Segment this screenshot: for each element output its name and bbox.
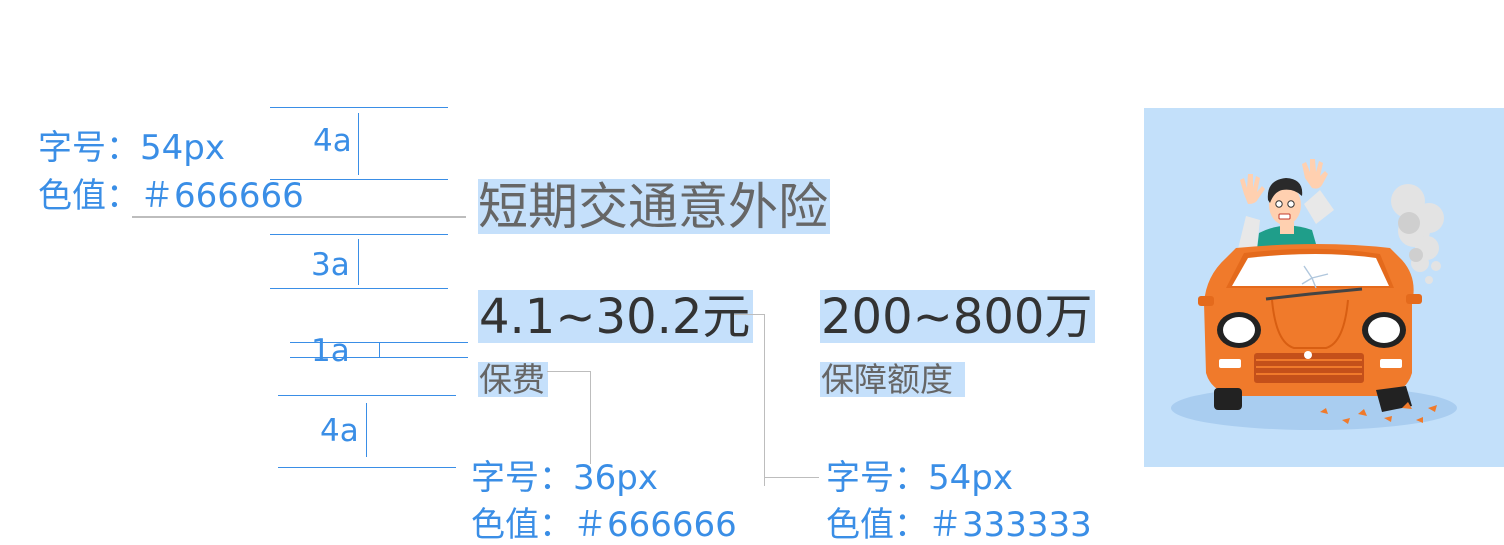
value-color-annotation: 色值：＃333333 [826,505,1092,545]
coverage-label: 保障额度 [820,362,965,397]
spacing-label-3a: 3a [311,247,350,283]
spacing-label-4a-top: 4a [313,123,352,159]
spacing-guide-line [358,239,359,285]
title-annotation-leader-line [132,216,466,218]
spacing-guide-line [366,403,367,457]
spacing-guide-line [270,179,448,180]
value-annotation-leader-line [734,314,765,315]
label-font-size-annotation: 字号：36px [471,458,658,498]
spacing-guide-line [270,288,448,289]
title-font-size-annotation: 字号：54px [38,128,225,168]
value-annotation-leader-line [764,477,819,478]
spacing-guide-line [270,107,448,108]
value-font-size-annotation: 字号：54px [826,458,1013,498]
title-color-annotation: 色值：＃666666 [38,176,304,216]
label-annotation-leader-line [590,371,591,464]
spacing-guide-line [379,342,380,357]
spacing-label-4a-bottom: 4a [320,413,359,449]
coverage-value: 200~800万 [820,290,1096,343]
spacing-guide-line [278,395,456,396]
premium-label: 保费 [478,362,548,397]
car-accident-icon [1171,159,1457,430]
premium-value: 4.1~30.2元 [478,290,754,343]
label-annotation-leader-line [547,371,591,372]
spacing-label-1a: 1a [311,333,350,369]
spacing-guide-line [358,113,359,175]
spacing-guide-line [278,467,456,468]
car-accident-illustration [1144,108,1504,467]
product-title: 短期交通意外险 [478,178,830,236]
value-annotation-leader-line [764,314,765,486]
label-color-annotation: 色值：＃666666 [471,505,737,545]
spacing-guide-line [270,234,448,235]
